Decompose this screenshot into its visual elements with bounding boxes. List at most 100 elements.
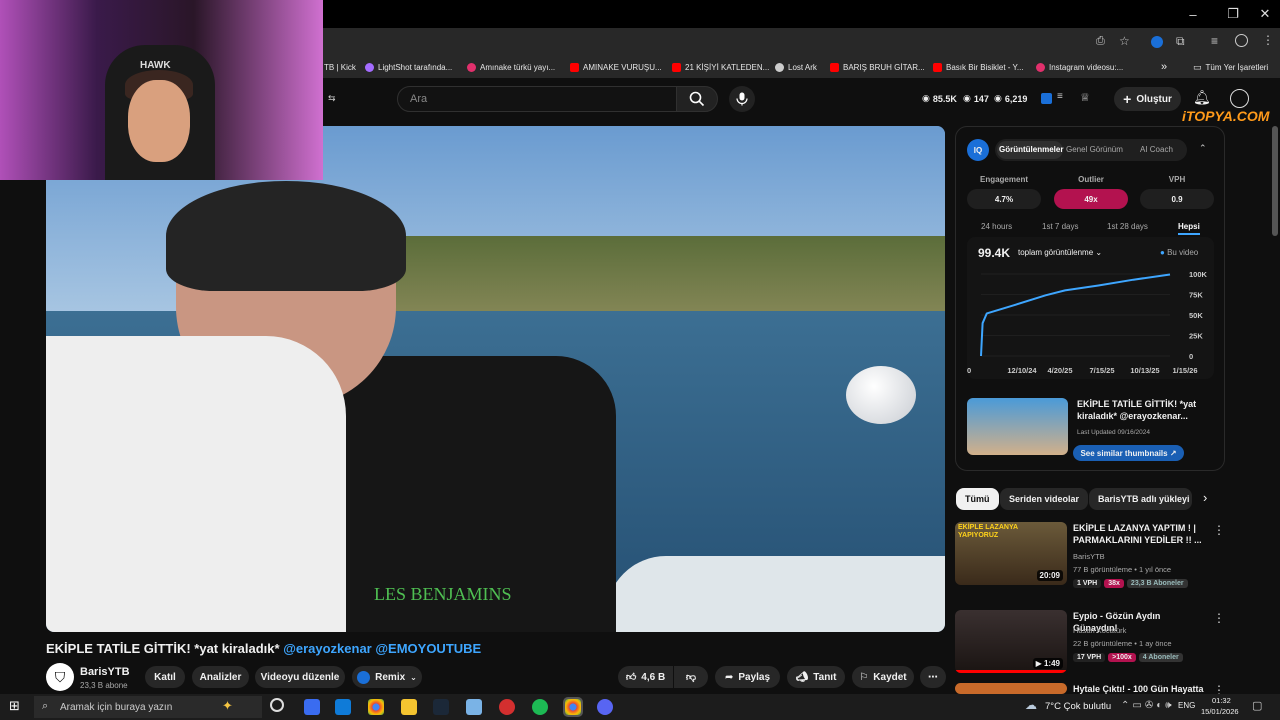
spotify-icon[interactable] [532, 699, 548, 715]
chips-next-chevron-icon[interactable]: › [1203, 490, 1207, 505]
share-button[interactable]: ➦ Paylaş [715, 666, 780, 688]
edit-video-button[interactable]: Videoyu düzenle [255, 666, 345, 688]
analytics-button[interactable]: Analizler [192, 666, 249, 688]
related-menu-icon[interactable]: ⋮ [1213, 523, 1225, 537]
notification-center-icon[interactable]: ▢ [1252, 699, 1262, 712]
stat-subscribers: ◉ 6,219 [994, 93, 1028, 104]
filter-icon[interactable]: ⇆ [328, 93, 336, 104]
save-button[interactable]: ⚐ Kaydet [852, 666, 914, 688]
all-bookmarks-folder[interactable]: ▭ Tüm Yer İşaretleri [1193, 56, 1268, 78]
tray-icons[interactable]: ⌃▭✇◐🕪︎ [1121, 700, 1175, 711]
bookmark-item[interactable]: TB | Kick [324, 56, 356, 78]
bookmark-item[interactable]: Instagram videosu:... [1036, 56, 1123, 78]
see-similar-thumbnails-button[interactable]: See similar thumbnails ↗ [1073, 445, 1184, 461]
channel-name[interactable]: BarisYTB [80, 666, 130, 678]
total-views: 99.4K [978, 246, 1011, 260]
x-tick-label: 4/20/25 [1047, 366, 1072, 375]
bookmark-item[interactable]: Lost Ark [775, 56, 817, 78]
clock-date[interactable]: 15/01/2026 [1201, 707, 1239, 716]
page-scrollbar[interactable] [1272, 126, 1278, 236]
account-avatar[interactable] [1230, 89, 1249, 108]
video-icon: ◉ [963, 93, 971, 103]
metric-select[interactable]: toplam görüntülenme ⌄ [1018, 248, 1102, 257]
watch-progress [955, 670, 1067, 673]
range-28d[interactable]: 1st 28 days [1107, 222, 1148, 231]
bookmark-item[interactable]: BARIŞ BRUH GİTAR... [830, 56, 925, 78]
video-thumbnail[interactable] [967, 398, 1068, 455]
language-indicator[interactable]: ENG [1178, 701, 1195, 710]
bookmark-item[interactable]: LightShot tarafında... [365, 56, 452, 78]
app-icon[interactable] [304, 699, 320, 715]
y-tick-label: 75K [1189, 291, 1203, 300]
steam-icon[interactable] [433, 699, 449, 715]
x-tick-label: 0 [967, 366, 971, 375]
join-button[interactable]: Katıl [145, 666, 185, 688]
create-button[interactable]: + Oluştur [1114, 87, 1181, 111]
bookmarks-more-button[interactable]: » [1161, 56, 1167, 78]
app-icon[interactable] [466, 699, 482, 715]
plus-icon: + [1123, 91, 1132, 107]
close-icon[interactable]: ✕ [1245, 0, 1280, 28]
remix-button[interactable]: Remix ⌄ [352, 666, 422, 688]
weather-text[interactable]: 7°C Çok bulutlu [1045, 701, 1111, 712]
tab-views[interactable]: Görüntülenmeler [999, 145, 1063, 154]
chip-uploader[interactable]: BarisYTB adlı yükleyi [1089, 488, 1192, 510]
chip-all[interactable]: Tümü [956, 488, 999, 510]
voice-search-button[interactable] [729, 86, 755, 112]
notifications-bell-icon[interactable]: 🔔︎ [1193, 89, 1211, 106]
promote-button[interactable]: 📣︎ Tanıt [787, 666, 845, 688]
range-all[interactable]: Hepsi [1178, 222, 1200, 235]
queue-icon[interactable]: ≡ [1057, 91, 1063, 102]
windows-start-icon[interactable]: ⊞ [9, 698, 20, 714]
dislike-button[interactable]: 👎︎ [674, 666, 708, 688]
discord-icon[interactable] [597, 699, 613, 715]
vidiq-extension-icon[interactable] [1151, 36, 1163, 48]
bookmark-item[interactable]: AMINAKE VURUŞU... [570, 56, 662, 78]
related-menu-icon[interactable]: ⋮ [1213, 611, 1225, 625]
related-thumbnail[interactable] [955, 683, 1067, 694]
related-thumbnail[interactable]: EKİPLE LAZANYA YAPIYORUZ 20:09 [955, 522, 1067, 585]
related-channel[interactable]: BarisYTB [1073, 552, 1105, 561]
minimize-icon[interactable]: – [1173, 0, 1213, 28]
like-button[interactable]: 👍︎ 4,6 B [618, 666, 673, 688]
video-player[interactable]: LES BENJAMINS [46, 126, 945, 632]
chip-series[interactable]: Seriden videolar [1000, 488, 1089, 510]
x-tick-label: 7/15/25 [1089, 366, 1114, 375]
task-view-icon[interactable] [270, 698, 284, 712]
bookmark-item[interactable]: Amınake türkü yayı... [467, 56, 555, 78]
related-thumbnail[interactable]: ▶ 1:49 [955, 610, 1067, 673]
instagram-icon [467, 62, 476, 72]
file-explorer-icon[interactable] [401, 699, 417, 715]
tab-ai-coach[interactable]: AI Coach [1140, 145, 1173, 154]
store-icon[interactable] [335, 699, 351, 715]
itopya-watermark: iTOPYA.COM [1182, 108, 1270, 124]
chevron-down-icon: ⌄ [410, 672, 417, 682]
collapse-chevron-icon[interactable]: ⌃ [1199, 143, 1207, 154]
extensions-icon[interactable]: ⧉ [1176, 34, 1185, 49]
more-actions-button[interactable]: ⋯ [920, 666, 946, 688]
bookmark-item[interactable]: 21 KİŞİYİ KATLEDEN... [672, 56, 769, 78]
search-button[interactable] [676, 86, 718, 112]
chrome-active-icon[interactable] [563, 697, 583, 717]
search-input[interactable]: Ara [397, 86, 677, 112]
trophy-icon[interactable]: ♕ [1080, 91, 1090, 104]
bookmark-item[interactable]: Basık Bir Bisiklet - Y... [933, 56, 1024, 78]
install-app-icon[interactable]: ⎙ [1096, 35, 1105, 48]
reading-list-icon[interactable]: ≡ [1211, 34, 1218, 48]
channel-avatar[interactable]: ⛉ [46, 663, 74, 691]
range-7d[interactable]: 1st 7 days [1042, 222, 1078, 231]
thumbnail-text: EKİPLE LAZANYA YAPIYORUZ [958, 524, 1018, 539]
metric-label: VPH [1168, 175, 1186, 184]
profile-icon[interactable] [1235, 34, 1248, 47]
tab-overview[interactable]: Genel Görünüm [1066, 145, 1123, 154]
clock-time[interactable]: 01:32 [1212, 696, 1231, 705]
bookmark-star-icon[interactable]: ☆ [1119, 34, 1130, 48]
menu-kebab-icon[interactable]: ⋮ [1262, 33, 1274, 47]
vidiq-icon[interactable] [1041, 93, 1052, 104]
related-channel[interactable]: Hasan Kocatürk [1073, 626, 1126, 635]
range-24h[interactable]: 24 hours [981, 222, 1012, 231]
app-icon[interactable] [499, 699, 515, 715]
chrome-icon[interactable] [368, 699, 384, 715]
title-mentions[interactable]: @erayozkenar @EMOYOUTUBE [283, 641, 481, 656]
related-title[interactable]: EKİPLE LAZANYA YAPTIM ! | PARMAKLARINI Y… [1073, 522, 1203, 546]
